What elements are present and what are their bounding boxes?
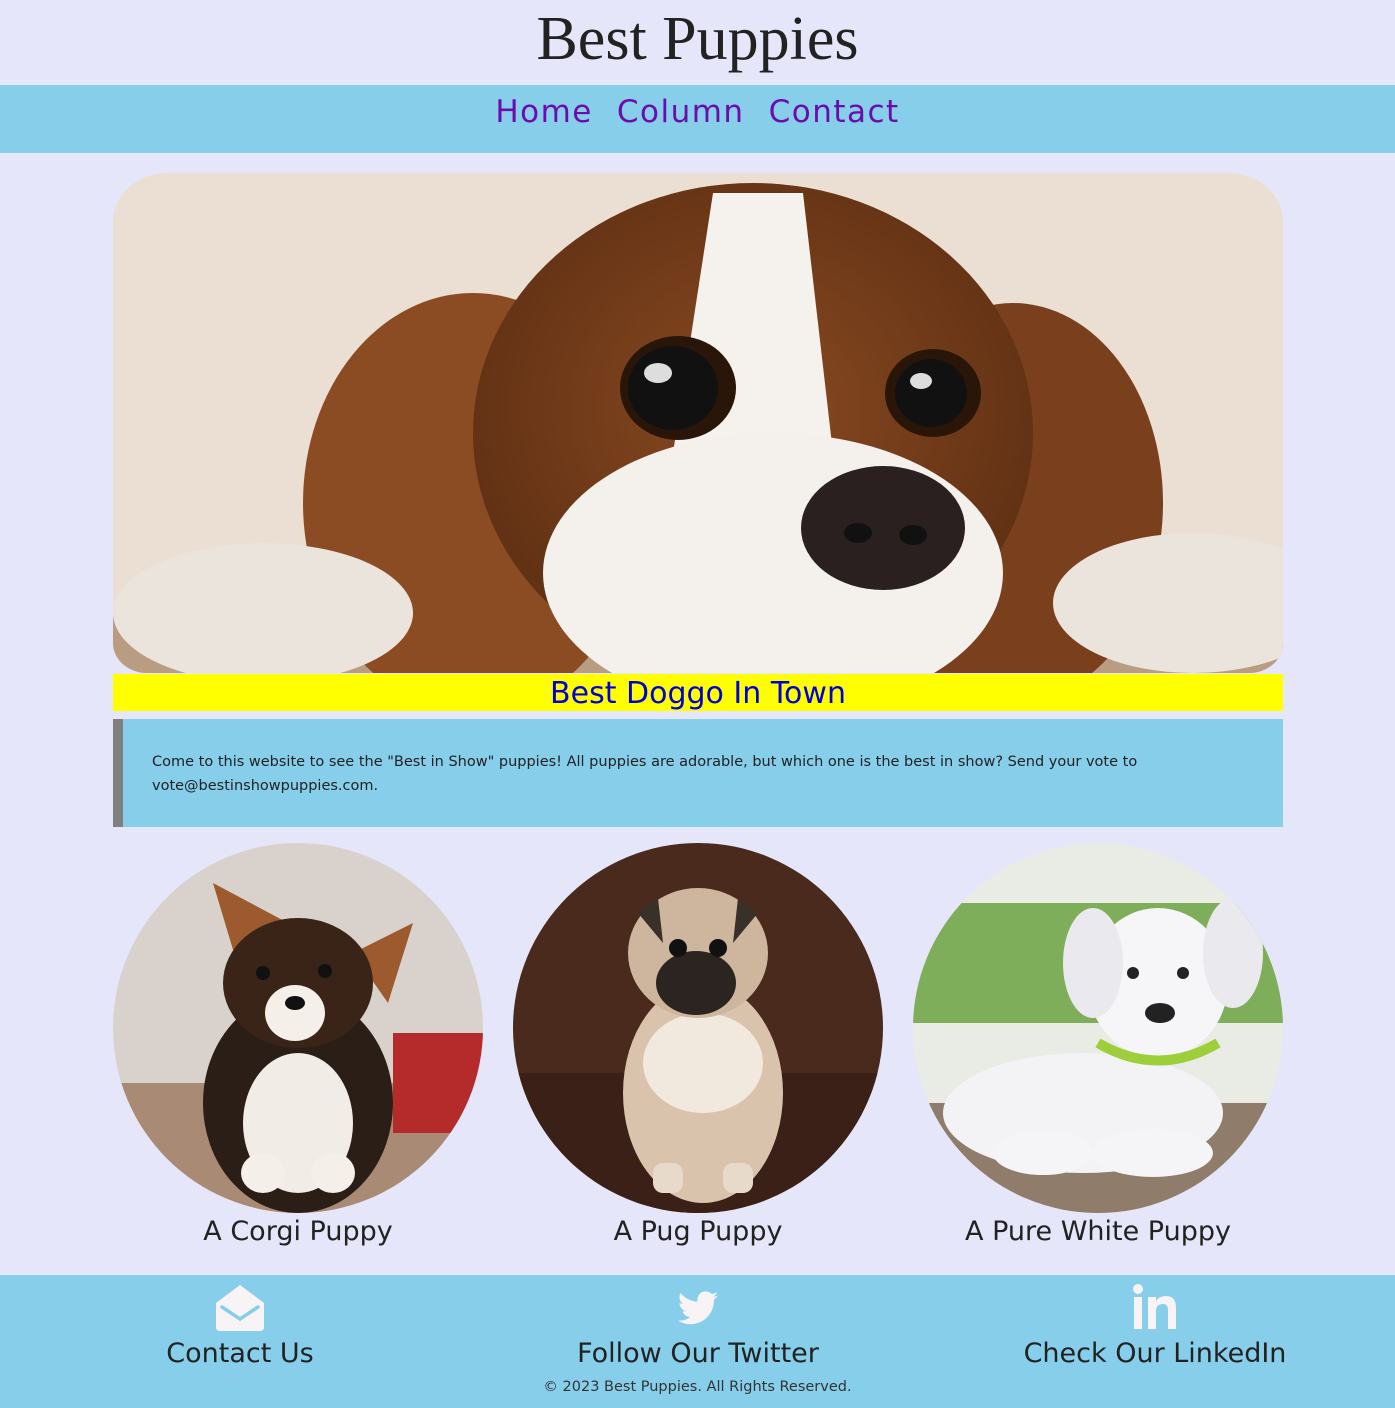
footer-contact-label: Contact Us (166, 1338, 314, 1369)
puppy-card-corgi: A Corgi Puppy (113, 843, 483, 1253)
intro-text: Come to this website to see the "Best in… (152, 754, 1138, 794)
footer-linkedin-link[interactable]: Check Our LinkedIn (1005, 1283, 1305, 1371)
footer-twitter-link[interactable]: Follow Our Twitter (548, 1283, 848, 1371)
hero-caption: Best Doggo In Town (113, 674, 1283, 711)
nav-column-link[interactable]: Column (617, 94, 745, 130)
corgi-caption: A Corgi Puppy (203, 1216, 393, 1247)
nav-home-link[interactable]: Home (495, 94, 593, 130)
hero-image-spaniel (113, 173, 1283, 673)
footer-contact-link[interactable]: Contact Us (140, 1283, 340, 1371)
puppy-card-white: A Pure White Puppy (913, 843, 1283, 1253)
footer-linkedin-label: Check Our LinkedIn (1023, 1338, 1287, 1369)
nav-contact-link[interactable]: Contact (769, 94, 900, 130)
footer-twitter-label: Follow Our Twitter (577, 1338, 819, 1369)
white-puppy-caption: A Pure White Puppy (965, 1216, 1231, 1247)
twitter-icon (677, 1291, 719, 1325)
corgi-puppy-photo (113, 843, 483, 1213)
puppy-card-pug: A Pug Puppy (513, 843, 883, 1253)
linkedin-icon (1133, 1284, 1176, 1329)
pug-caption: A Pug Puppy (613, 1216, 783, 1247)
intro-blockquote: Come to this website to see the "Best in… (113, 719, 1283, 827)
nav-bar: Home Column Contact (0, 85, 1395, 153)
envelope-open-icon (216, 1285, 264, 1331)
white-puppy-photo (913, 843, 1283, 1213)
site-title: Best Puppies (536, 5, 859, 73)
copyright-text: © 2023 Best Puppies. All Rights Reserved… (543, 1379, 852, 1395)
pug-puppy-photo (513, 843, 883, 1213)
